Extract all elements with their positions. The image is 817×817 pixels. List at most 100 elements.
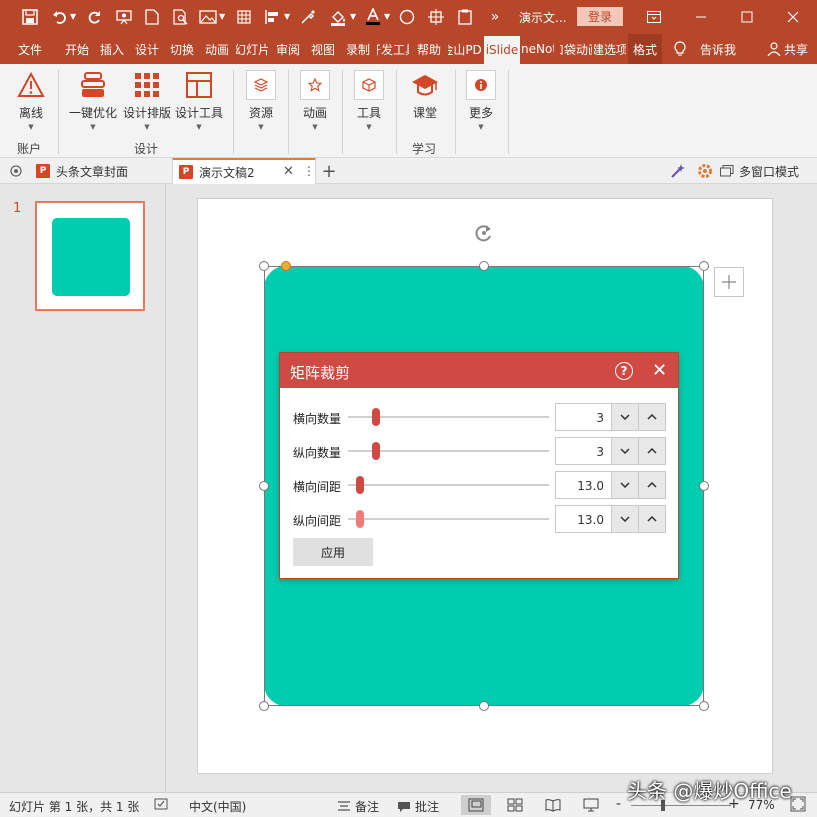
- slide-count-status[interactable]: 幻灯片 第 1 张，共 1 张: [9, 798, 139, 815]
- horizontal-spacing-input[interactable]: 13.0: [555, 471, 666, 499]
- increment-icon[interactable]: [638, 472, 665, 498]
- horizontal-count-slider[interactable]: [348, 408, 549, 426]
- undo-icon[interactable]: [50, 7, 70, 27]
- comments-button[interactable]: 批注: [397, 798, 439, 815]
- tab-home[interactable]: 开始: [60, 34, 94, 64]
- resize-handle-top-left[interactable]: [259, 261, 269, 271]
- circle-shape-icon[interactable]: [397, 7, 417, 27]
- tell-me[interactable]: 告诉我: [694, 34, 742, 64]
- resources-button[interactable]: 资源 ▼: [244, 70, 278, 131]
- share-button[interactable]: 共享: [784, 34, 817, 64]
- tab-settings-icon[interactable]: [8, 163, 24, 179]
- lightbulb-icon[interactable]: [668, 34, 692, 64]
- new-file-icon[interactable]: [142, 7, 162, 27]
- slide-thumbnail[interactable]: [35, 201, 145, 311]
- slider-thumb[interactable]: [356, 510, 364, 528]
- slide-sorter-icon[interactable]: [500, 795, 530, 815]
- tab-slideshow[interactable]: 幻灯片: [236, 34, 268, 64]
- tab-design[interactable]: 设计: [131, 34, 163, 64]
- close-window-icon[interactable]: [782, 6, 804, 28]
- grid-icon[interactable]: [234, 7, 254, 27]
- increment-icon[interactable]: [638, 506, 665, 532]
- image-icon[interactable]: [198, 7, 218, 27]
- resize-handle-left[interactable]: [259, 481, 269, 491]
- align-dropdown-icon[interactable]: ▼: [284, 12, 290, 21]
- slideshow-view-icon[interactable]: [576, 795, 606, 815]
- login-button[interactable]: 登录: [577, 7, 623, 26]
- zoom-out-button[interactable]: -: [616, 796, 621, 812]
- resize-handle-right[interactable]: [699, 481, 709, 491]
- one-click-optimize-button[interactable]: 一键优化 ▼: [66, 70, 120, 131]
- tab-new-tab[interactable]: 新建选项卡: [594, 34, 626, 64]
- tab-pocket-animation[interactable]: 口袋动画: [560, 34, 592, 64]
- align-icon[interactable]: [262, 7, 282, 27]
- decrement-icon[interactable]: [611, 438, 638, 464]
- tab-view[interactable]: 视图: [307, 34, 339, 64]
- tab-file[interactable]: 文件: [8, 34, 52, 64]
- resize-handle-bottom-right[interactable]: [699, 701, 709, 711]
- paste-icon[interactable]: [455, 7, 475, 27]
- language-status[interactable]: 中文(中国): [189, 798, 246, 815]
- close-tab-icon[interactable]: ✕: [283, 164, 294, 179]
- slider-thumb[interactable]: [356, 476, 364, 494]
- multi-window-button[interactable]: 多窗口模式: [720, 158, 799, 184]
- help-icon[interactable]: ?: [615, 362, 633, 380]
- tab-animations[interactable]: 动画: [201, 34, 233, 64]
- fill-dropdown-icon[interactable]: ▼: [350, 12, 356, 21]
- tab-transitions[interactable]: 切换: [166, 34, 198, 64]
- print-preview-icon[interactable]: [171, 7, 191, 27]
- tab-developer[interactable]: 开发工具: [377, 34, 409, 64]
- rotate-handle-icon[interactable]: [473, 222, 495, 244]
- tab-help[interactable]: 帮助: [413, 34, 445, 64]
- save-icon[interactable]: [20, 7, 40, 27]
- image-dropdown-icon[interactable]: ▼: [219, 12, 225, 21]
- increment-icon[interactable]: [638, 404, 665, 430]
- vertical-spacing-input[interactable]: 13.0: [555, 505, 666, 533]
- maximize-icon[interactable]: [736, 6, 758, 28]
- layout-options-icon[interactable]: [714, 267, 744, 297]
- share-user-icon[interactable]: [764, 34, 784, 64]
- doc-tab-presentation2[interactable]: P 演示文稿2 ✕ ⋮: [172, 158, 316, 184]
- resize-handle-bottom[interactable]: [479, 701, 489, 711]
- minimize-icon[interactable]: [690, 6, 712, 28]
- crop-icon[interactable]: [426, 7, 446, 27]
- tab-onenote[interactable]: OneNote: [522, 34, 554, 64]
- slideshow-icon[interactable]: [114, 7, 134, 27]
- gear-icon[interactable]: [694, 158, 716, 184]
- font-color-icon[interactable]: [363, 7, 383, 27]
- design-layout-button[interactable]: 设计排版 ▼: [122, 70, 172, 131]
- tools-button[interactable]: 工具 ▼: [352, 70, 386, 131]
- more-button[interactable]: 更多 ▼: [464, 70, 498, 131]
- resize-handle-top[interactable]: [479, 261, 489, 271]
- notes-button[interactable]: 备注: [337, 798, 379, 815]
- doc-tab-cover[interactable]: P 头条文章封面: [30, 158, 172, 184]
- design-tools-button[interactable]: 设计工具 ▼: [174, 70, 224, 131]
- close-icon[interactable]: ✕: [652, 360, 667, 381]
- more-commands-icon[interactable]: »: [485, 7, 505, 27]
- normal-view-icon[interactable]: [461, 795, 491, 815]
- increment-icon[interactable]: [638, 438, 665, 464]
- undo-dropdown-icon[interactable]: ▼: [70, 12, 76, 21]
- fill-color-icon[interactable]: [328, 7, 348, 27]
- corner-radius-handle[interactable]: [281, 261, 291, 271]
- decrement-icon[interactable]: [611, 472, 638, 498]
- tab-islide[interactable]: iSlide: [484, 34, 520, 64]
- eyedropper-icon[interactable]: [298, 7, 318, 27]
- apply-button[interactable]: 应用: [293, 538, 373, 566]
- tab-menu-icon[interactable]: ⋮: [303, 164, 315, 178]
- zoom-slider[interactable]: [631, 805, 731, 806]
- font-color-dropdown-icon[interactable]: ▼: [384, 12, 390, 21]
- magic-wand-icon[interactable]: [664, 158, 692, 184]
- tab-insert[interactable]: 插入: [96, 34, 128, 64]
- redo-icon[interactable]: [84, 7, 104, 27]
- ribbon-display-icon[interactable]: [643, 6, 665, 28]
- animation-button[interactable]: 动画 ▼: [298, 70, 332, 131]
- accessibility-icon[interactable]: [154, 798, 170, 812]
- decrement-icon[interactable]: [611, 506, 638, 532]
- vertical-count-input[interactable]: 3: [555, 437, 666, 465]
- add-tab-button[interactable]: +: [318, 160, 340, 182]
- reading-view-icon[interactable]: [538, 795, 568, 815]
- fit-to-window-icon[interactable]: [790, 796, 806, 812]
- slider-thumb[interactable]: [372, 442, 380, 460]
- vertical-count-slider[interactable]: [348, 442, 549, 460]
